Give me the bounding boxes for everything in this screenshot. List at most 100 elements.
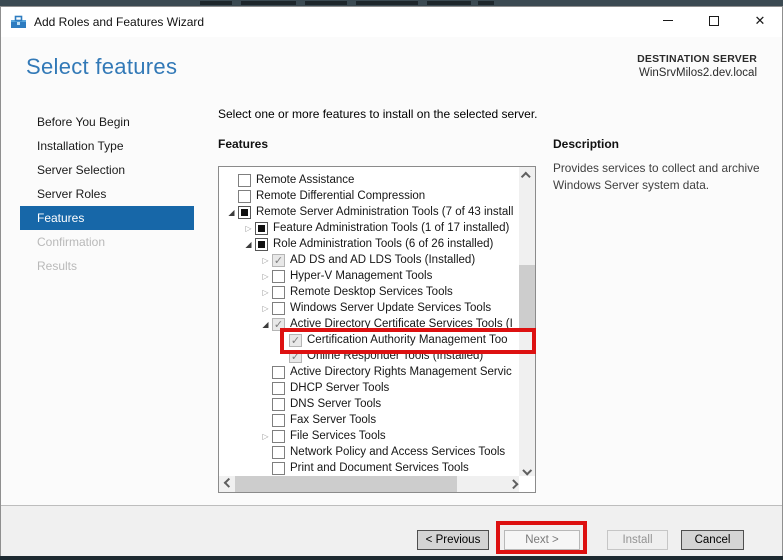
tree-item[interactable]: Network Policy and Access Services Tools: [219, 444, 519, 460]
instruction-text: Select one or more features to install o…: [218, 107, 538, 121]
expander-collapsed-icon[interactable]: ▷: [259, 302, 272, 315]
expander-collapsed-icon[interactable]: ▷: [259, 430, 272, 443]
checkbox-unchecked[interactable]: [272, 286, 285, 299]
tree-item-label[interactable]: Remote Server Administration Tools (7 of…: [256, 206, 519, 218]
tree-item[interactable]: Remote Assistance: [219, 172, 519, 188]
annotation-box-next-button: [496, 521, 587, 554]
sidebar-item-results: Results: [20, 254, 194, 278]
sidebar-item-installation-type[interactable]: Installation Type: [20, 134, 194, 158]
destination-server-block: DESTINATION SERVER WinSrvMilos2.dev.loca…: [637, 53, 757, 79]
checkbox-unchecked[interactable]: [272, 446, 285, 459]
screen: Add Roles and Features Wizard ✕ Select f…: [0, 0, 783, 560]
sidebar-item-before-you-begin[interactable]: Before You Begin: [20, 110, 194, 134]
background-window-bottom-edge: [0, 556, 783, 560]
tree-item[interactable]: Fax Server Tools: [219, 412, 519, 428]
checkbox-unchecked[interactable]: [272, 398, 285, 411]
tree-item-label[interactable]: Print and Document Services Tools: [290, 462, 519, 474]
checkbox-unchecked[interactable]: [272, 414, 285, 427]
expander-collapsed-icon[interactable]: ▷: [242, 222, 255, 235]
maximize-button[interactable]: [691, 6, 737, 36]
checkbox-unchecked[interactable]: [238, 190, 251, 203]
tree-item-label[interactable]: File Services Tools: [290, 430, 519, 442]
checkbox-unchecked[interactable]: [238, 174, 251, 187]
description-text: Provides services to collect and archive…: [553, 160, 766, 194]
tree-item[interactable]: DNS Server Tools: [219, 396, 519, 412]
tree-item[interactable]: Remote Differential Compression: [219, 188, 519, 204]
sidebar-item-features[interactable]: Features: [20, 206, 194, 230]
tree-item-label[interactable]: AD DS and AD LDS Tools (Installed): [290, 254, 519, 266]
description-title: Description: [553, 137, 619, 151]
tree-item[interactable]: ▷ Feature Administration Tools (1 of 17 i…: [219, 220, 519, 236]
expander-collapsed-icon[interactable]: ▷: [259, 286, 272, 299]
destination-server-name: WinSrvMilos2.dev.local: [637, 67, 757, 79]
tree-item[interactable]: ▷ Hyper-V Management Tools: [219, 268, 519, 284]
expander-expanded-icon[interactable]: ◢: [225, 206, 238, 219]
chevron-left-icon: [224, 478, 234, 488]
checkbox-unchecked[interactable]: [272, 462, 285, 475]
chevron-down-icon: [522, 466, 532, 476]
checkbox-unchecked[interactable]: [272, 302, 285, 315]
scroll-right-button[interactable]: [504, 476, 520, 492]
checkbox-unchecked[interactable]: [272, 366, 285, 379]
destination-server-label: DESTINATION SERVER: [637, 53, 757, 65]
sidebar-item-server-selection[interactable]: Server Selection: [20, 158, 194, 182]
checkbox-unchecked[interactable]: [272, 270, 285, 283]
tree-item-label[interactable]: Network Policy and Access Services Tools: [290, 446, 519, 458]
sidebar-item-confirmation: Confirmation: [20, 230, 194, 254]
tree-item-label[interactable]: Feature Administration Tools (1 of 17 in…: [273, 222, 519, 234]
expander-collapsed-icon[interactable]: ▷: [259, 254, 272, 267]
scroll-left-button[interactable]: [219, 476, 235, 492]
tree-item-label[interactable]: Remote Assistance: [256, 174, 519, 186]
window-title: Add Roles and Features Wizard: [34, 7, 204, 37]
tree-item[interactable]: ◢ Role Administration Tools (6 of 26 inst…: [219, 236, 519, 252]
tree-item-label[interactable]: Role Administration Tools (6 of 26 insta…: [273, 238, 519, 250]
wizard-nav-sidebar: Before You BeginInstallation TypeServer …: [20, 110, 194, 278]
minimize-icon: [663, 20, 673, 21]
tree-item[interactable]: ▷✓ AD DS and AD LDS Tools (Installed): [219, 252, 519, 268]
scrollbar-corner: [519, 476, 535, 492]
cancel-button[interactable]: Cancel: [681, 530, 744, 550]
checkbox-partial[interactable]: [255, 222, 268, 235]
tree-item-label[interactable]: DNS Server Tools: [290, 398, 519, 410]
checkbox-partial[interactable]: [255, 238, 268, 251]
close-button[interactable]: ✕: [737, 6, 783, 36]
tree-item[interactable]: Active Directory Rights Management Servi…: [219, 364, 519, 380]
tree-item-label[interactable]: Hyper-V Management Tools: [290, 270, 519, 282]
close-icon: ✕: [755, 13, 766, 28]
tree-item-label[interactable]: Active Directory Rights Management Servi…: [290, 366, 519, 378]
expander-expanded-icon[interactable]: ◢: [259, 318, 272, 331]
checkbox-installed[interactable]: ✓: [272, 254, 285, 267]
previous-button[interactable]: < Previous: [417, 530, 489, 550]
horizontal-scrollbar[interactable]: [219, 476, 520, 492]
vertical-scroll-thumb[interactable]: [519, 265, 535, 330]
horizontal-scroll-thumb[interactable]: [235, 476, 457, 492]
maximize-icon: [709, 16, 719, 26]
annotation-box-certification-row: [280, 328, 536, 354]
chevron-right-icon: [509, 479, 519, 489]
tree-item-label[interactable]: Remote Differential Compression: [256, 190, 519, 202]
tree-item-label[interactable]: Remote Desktop Services Tools: [290, 286, 519, 298]
tree-item[interactable]: ▷ Windows Server Update Services Tools: [219, 300, 519, 316]
install-button: Install: [607, 530, 668, 550]
sidebar-item-server-roles[interactable]: Server Roles: [20, 182, 194, 206]
minimize-button[interactable]: [645, 6, 691, 36]
tree-item[interactable]: Print and Document Services Tools: [219, 460, 519, 476]
expander-collapsed-icon[interactable]: ▷: [259, 270, 272, 283]
scroll-up-button[interactable]: [519, 167, 535, 183]
tree-item-label[interactable]: Windows Server Update Services Tools: [290, 302, 519, 314]
features-list-label: Features: [218, 137, 268, 151]
tree-item-label[interactable]: DHCP Server Tools: [290, 382, 519, 394]
scroll-down-button[interactable]: [519, 461, 535, 477]
expander-expanded-icon[interactable]: ◢: [242, 238, 255, 251]
tree-item[interactable]: ◢ Remote Server Administration Tools (7 o…: [219, 204, 519, 220]
tree-item[interactable]: ▷ Remote Desktop Services Tools: [219, 284, 519, 300]
page-title: Select features: [26, 54, 177, 80]
checkbox-unchecked[interactable]: [272, 382, 285, 395]
checkbox-unchecked[interactable]: [272, 430, 285, 443]
vertical-scrollbar[interactable]: [519, 167, 535, 477]
tree-item[interactable]: DHCP Server Tools: [219, 380, 519, 396]
tree-item[interactable]: ▷ File Services Tools: [219, 428, 519, 444]
features-tree: Remote Assistance Remote Differential Com…: [219, 167, 519, 476]
tree-item-label[interactable]: Fax Server Tools: [290, 414, 519, 426]
checkbox-partial[interactable]: [238, 206, 251, 219]
